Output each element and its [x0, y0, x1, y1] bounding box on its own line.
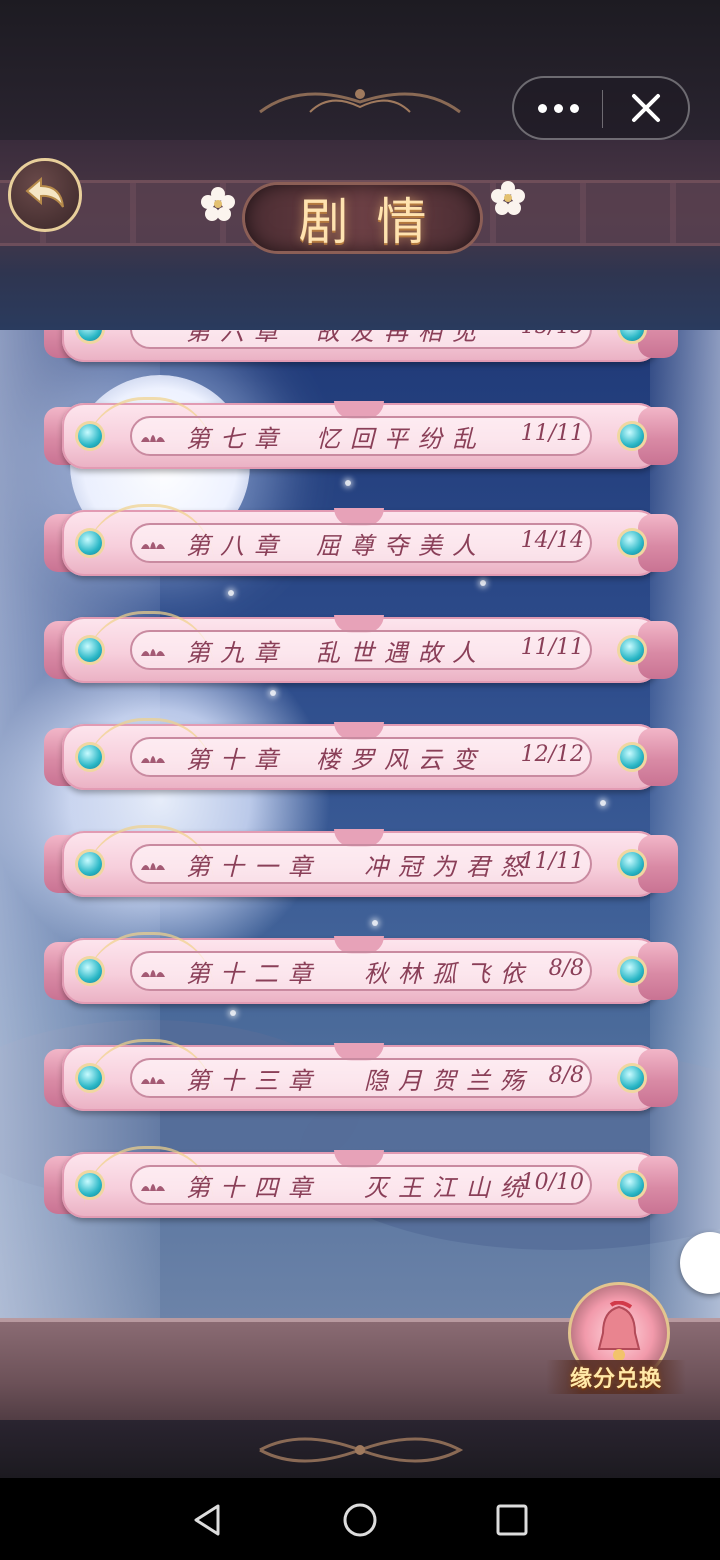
star — [345, 480, 351, 486]
scroll-roll-right — [638, 942, 678, 1000]
lotus-icon — [141, 649, 165, 656]
top-ornament — [259, 89, 461, 114]
gem-icon — [620, 531, 644, 555]
gem-icon — [620, 959, 644, 983]
gem-icon — [78, 424, 102, 448]
story-scene: 第六章 故友再相见 15/15 第七章 忆回平纷乱 11/11 第八章 屈尊夺美… — [0, 330, 720, 1320]
more-dots-icon[interactable] — [514, 78, 602, 138]
gem-icon — [620, 1066, 644, 1090]
gem-icon — [78, 959, 102, 983]
chapter-scroll[interactable]: 第八章 屈尊夺美人 14/14 — [44, 504, 678, 576]
star — [372, 920, 378, 926]
scroll-roll-right — [638, 1156, 678, 1214]
system-nav-bar — [0, 1478, 720, 1560]
gem-icon — [78, 638, 102, 662]
chapter-name: 隐月贺兰殇 — [364, 1067, 534, 1095]
chapter-scroll[interactable]: 第十三章 隐月贺兰殇 8/8 — [44, 1039, 678, 1111]
scroll-roll-right — [638, 621, 678, 679]
scroll-roll-right — [638, 728, 678, 786]
star — [270, 690, 276, 696]
gem-icon — [78, 531, 102, 555]
chapter-number: 第十二章 — [186, 960, 322, 988]
chapter-number: 第六章 — [186, 330, 288, 346]
scroll-roll-right — [638, 835, 678, 893]
chapter-progress: 11/11 — [520, 635, 584, 660]
chapter-scroll[interactable]: 第七章 忆回平纷乱 11/11 — [44, 397, 678, 469]
chapter-name: 忆回平纷乱 — [316, 425, 486, 453]
chapter-scroll[interactable]: 第六章 故友再相见 15/15 — [44, 330, 678, 362]
chapter-name: 秋林孤飞依 — [364, 960, 534, 988]
nav-back-icon[interactable] — [188, 1500, 228, 1540]
scroll-roll-right — [638, 407, 678, 465]
chapter-number: 第十章 — [186, 746, 288, 774]
chapter-name: 屈尊夺美人 — [316, 532, 486, 560]
star — [228, 590, 234, 596]
gem-icon — [78, 1173, 102, 1197]
gem-icon — [78, 1066, 102, 1090]
chapter-number: 第七章 — [186, 425, 288, 453]
lotus-icon — [141, 756, 165, 763]
gem-icon — [620, 745, 644, 769]
chapter-name: 灭王江山统 — [364, 1174, 534, 1202]
flower-decoration — [201, 187, 235, 221]
chapter-scroll[interactable]: 第十一章 冲冠为君怒 11/11 — [44, 825, 678, 897]
lotus-icon — [141, 970, 165, 977]
gem-icon — [78, 745, 102, 769]
gem-icon — [78, 852, 102, 876]
bell-icon — [597, 1301, 641, 1361]
nav-recents-icon[interactable] — [492, 1500, 532, 1540]
close-icon[interactable] — [603, 78, 689, 138]
chapter-number: 第十一章 — [186, 853, 322, 881]
lotus-icon — [141, 542, 165, 549]
lotus-icon — [141, 435, 165, 442]
chapter-name: 故友再相见 — [316, 330, 486, 346]
title-plaque: 剧情 — [245, 185, 480, 251]
chapter-name: 冲冠为君怒 — [364, 853, 534, 881]
chapter-name: 楼罗风云变 — [316, 746, 486, 774]
fate-exchange-label: 缘分兑换 — [546, 1360, 686, 1394]
fate-exchange-button[interactable]: 缘分兑换 — [546, 1282, 686, 1400]
chapter-progress: 10/10 — [520, 1170, 584, 1195]
scroll-roll-right — [638, 514, 678, 572]
chapter-progress: 14/14 — [520, 528, 584, 553]
chapter-name: 乱世遇故人 — [316, 639, 486, 667]
chapter-scroll[interactable]: 第九章 乱世遇故人 11/11 — [44, 611, 678, 683]
mini-program-capsule — [512, 76, 690, 140]
chapter-progress: 8/8 — [548, 956, 584, 981]
gem-icon — [620, 424, 644, 448]
gem-icon — [620, 852, 644, 876]
back-button[interactable] — [8, 158, 82, 232]
chapter-progress: 8/8 — [548, 1063, 584, 1088]
lotus-icon — [141, 1077, 165, 1084]
lotus-icon — [141, 1184, 165, 1191]
star — [600, 800, 606, 806]
chapter-progress: 12/12 — [520, 742, 584, 767]
chapter-scroll[interactable]: 第十章 楼罗风云变 12/12 — [44, 718, 678, 790]
chapter-scroll[interactable]: 第十二章 秋林孤飞依 8/8 — [44, 932, 678, 1004]
scroll-roll-right — [638, 330, 678, 358]
lotus-icon — [141, 863, 165, 870]
gem-icon — [620, 1173, 644, 1197]
bottom-ornament — [259, 1437, 464, 1463]
flower-decoration — [491, 181, 525, 215]
star — [480, 580, 486, 586]
scroll-roll-right — [638, 1049, 678, 1107]
chapter-progress: 11/11 — [520, 849, 584, 874]
gem-icon — [620, 638, 644, 662]
chapter-number: 第九章 — [186, 639, 288, 667]
back-arrow-icon — [25, 176, 64, 208]
page-title: 剧情 — [298, 193, 455, 251]
chapter-progress: 11/11 — [520, 421, 584, 446]
star — [230, 1010, 236, 1016]
chapter-progress: 15/15 — [521, 330, 584, 339]
chapter-number: 第八章 — [186, 532, 288, 560]
nav-home-icon[interactable] — [340, 1500, 380, 1540]
chapter-number: 第十三章 — [186, 1067, 322, 1095]
chapter-number: 第十四章 — [186, 1174, 322, 1202]
chapter-scroll[interactable]: 第十四章 灭王江山统 10/10 — [44, 1146, 678, 1218]
top-bar — [0, 0, 720, 140]
